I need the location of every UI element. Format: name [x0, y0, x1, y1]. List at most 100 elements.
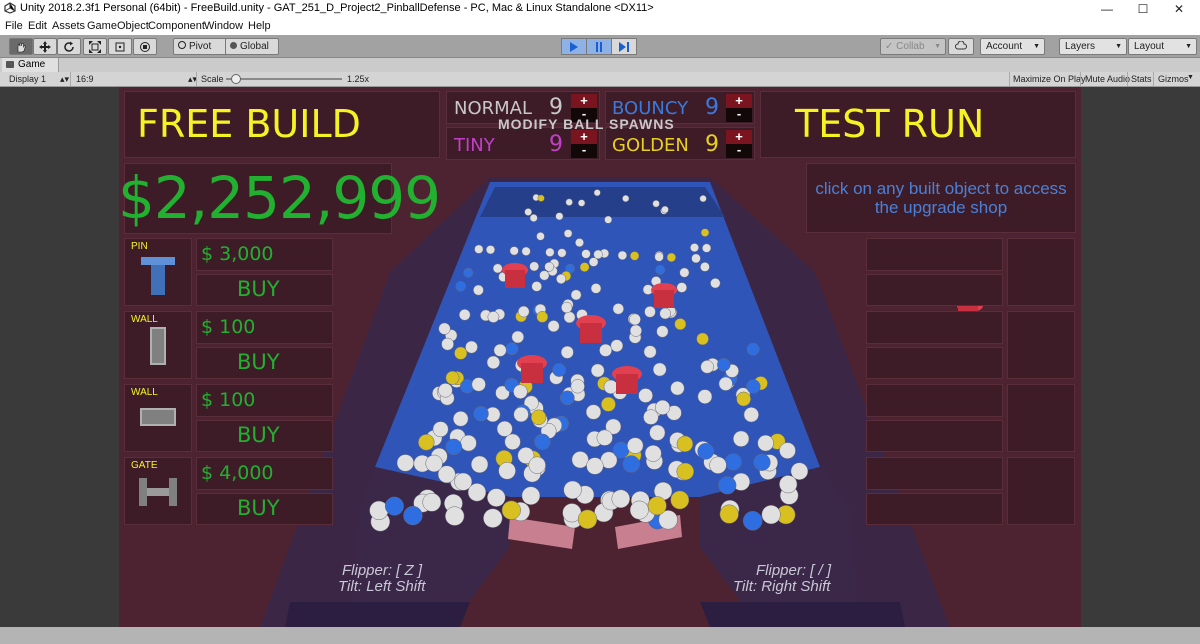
pinball-ball	[552, 363, 566, 377]
account-dropdown[interactable]: Account ▼	[980, 38, 1045, 55]
transform-icon	[140, 42, 150, 52]
shop-wall-vertical-label: WALL	[131, 314, 158, 325]
hand-tool-button[interactable]	[9, 38, 33, 55]
pinball-ball	[742, 511, 763, 531]
pinball-ball	[629, 500, 649, 520]
spawn-tiny-minus-button[interactable]: -	[571, 143, 597, 158]
menu-file[interactable]: File	[5, 20, 23, 32]
spawn-bouncy-stepper: + -	[726, 94, 752, 122]
rect-tool-button[interactable]	[108, 38, 132, 55]
pinball-ball	[736, 391, 751, 407]
pinball-ball	[746, 342, 760, 356]
menu-help[interactable]: Help	[248, 20, 271, 32]
horizontal-wall-icon	[140, 408, 176, 426]
test-run-button[interactable]: TEST RUN	[760, 91, 1076, 158]
pinball-ball	[563, 480, 582, 500]
game-viewport[interactable]: FREE BUILD NORMAL 9 + - BOUNCY 9 + - TIN…	[0, 87, 1200, 627]
pinball-ball	[753, 453, 771, 471]
scale-value: 1.25x	[347, 74, 370, 84]
gate-icon	[139, 478, 177, 506]
menu-component[interactable]: Component	[148, 20, 205, 32]
pinball-ball	[670, 490, 690, 510]
scale-tool-button[interactable]	[83, 38, 107, 55]
account-label: Account	[986, 41, 1023, 52]
pinball-ball	[617, 250, 628, 261]
shop-gate-item[interactable]: GATE	[124, 457, 192, 525]
tab-game[interactable]: Game	[2, 58, 59, 72]
move-tool-button[interactable]	[33, 38, 57, 55]
pinball-ball	[590, 363, 605, 378]
shop-pin-label: PIN	[131, 241, 148, 252]
scale-slider-thumb[interactable]	[231, 74, 242, 84]
minimize-button[interactable]: —	[1090, 0, 1124, 18]
shop-pin-buy-button[interactable]: BUY	[196, 274, 333, 306]
shop-gate-buy-button[interactable]: BUY	[196, 493, 333, 525]
pivot-label: Pivot	[189, 41, 212, 52]
spawn-tiny-stepper: + -	[571, 130, 597, 158]
pinball-ball	[643, 345, 657, 359]
step-button[interactable]	[611, 38, 637, 55]
pivot-toggle[interactable]: Pivot	[173, 38, 227, 55]
pinball-ball	[570, 379, 585, 394]
cloud-button[interactable]	[948, 38, 974, 55]
shop-wall-vertical-buy-button[interactable]: BUY	[196, 347, 333, 379]
menu-assets[interactable]: Assets	[52, 20, 85, 32]
mute-audio-toggle[interactable]: Mute Audio	[1085, 74, 1130, 84]
pause-button[interactable]	[586, 38, 612, 55]
play-button[interactable]	[561, 38, 587, 55]
menu-gameobject[interactable]: GameObject	[87, 20, 149, 32]
display-dropdown[interactable]: Display 1	[9, 74, 46, 84]
shop-wall-horizontal-buy-button[interactable]: BUY	[196, 420, 333, 452]
maximize-button[interactable]: ☐	[1126, 0, 1160, 18]
pinball-ball	[454, 346, 468, 360]
free-build-label: FREE BUILD	[137, 102, 361, 146]
pinball-ball	[483, 508, 503, 528]
spawn-bouncy-minus-button[interactable]: -	[726, 107, 752, 122]
collab-label: Collab	[896, 41, 925, 52]
shop-wall-vertical-item[interactable]: WALL	[124, 311, 192, 379]
rotate-tool-button[interactable]	[57, 38, 81, 55]
menu-bar: File Edit Assets GameObject Component Wi…	[0, 18, 1200, 35]
menu-edit[interactable]: Edit	[28, 20, 47, 32]
pinball-ball	[396, 454, 415, 472]
gizmos-dropdown[interactable]: Gizmos	[1158, 74, 1189, 84]
global-toggle[interactable]: Global	[225, 38, 279, 55]
menu-window[interactable]: Window	[204, 20, 243, 32]
move-icon	[39, 41, 51, 53]
pinball-ball	[581, 249, 591, 259]
maximize-on-play-toggle[interactable]: Maximize On Play	[1013, 74, 1086, 84]
pinball-ball	[699, 195, 707, 203]
collab-button[interactable]: ✓ Collab ▼	[880, 38, 946, 55]
layout-dropdown[interactable]: Layout ▼	[1128, 38, 1197, 55]
pinball-ball	[622, 194, 630, 203]
pinball-ball	[696, 332, 709, 346]
aspect-dropdown[interactable]: 16:9	[76, 74, 94, 84]
pinball-ball	[700, 228, 710, 237]
pinball-ball	[674, 318, 687, 331]
pinball-ball	[652, 362, 667, 377]
shop-wall-vertical-buy-label: BUY	[237, 350, 280, 374]
shop-wall-horizontal-item[interactable]: WALL	[124, 384, 192, 452]
transform-tool-button[interactable]	[133, 38, 157, 55]
pinball-ball	[534, 433, 551, 450]
pinball-ball	[570, 289, 582, 301]
game-view-controls: Display 1 ▴▾ 16:9 ▴▾ Scale 1.25x Maximiz…	[0, 72, 1200, 87]
shop-wall-horizontal-price-panel: $ 100	[196, 384, 333, 417]
pinball-ball	[458, 309, 471, 321]
layout-label: Layout	[1134, 41, 1165, 52]
layers-dropdown[interactable]: Layers ▼	[1059, 38, 1127, 55]
free-build-button[interactable]: FREE BUILD	[124, 91, 440, 158]
pinball-ball	[676, 462, 695, 481]
stats-toggle[interactable]: Stats	[1131, 74, 1152, 84]
close-button[interactable]: ✕	[1162, 0, 1196, 18]
pinball-ball	[422, 492, 442, 512]
pinball-ball	[524, 208, 533, 216]
pinball-ball	[666, 252, 677, 263]
pinball-ball	[579, 262, 590, 272]
shop-pin-item[interactable]: PIN	[124, 238, 192, 306]
spawn-golden-minus-button[interactable]: -	[726, 143, 752, 158]
modify-spawns-label: MODIFY BALL SPAWNS	[498, 116, 675, 132]
pinball-ball	[463, 267, 474, 278]
globe-icon	[230, 42, 237, 49]
scale-slider[interactable]	[226, 74, 342, 84]
